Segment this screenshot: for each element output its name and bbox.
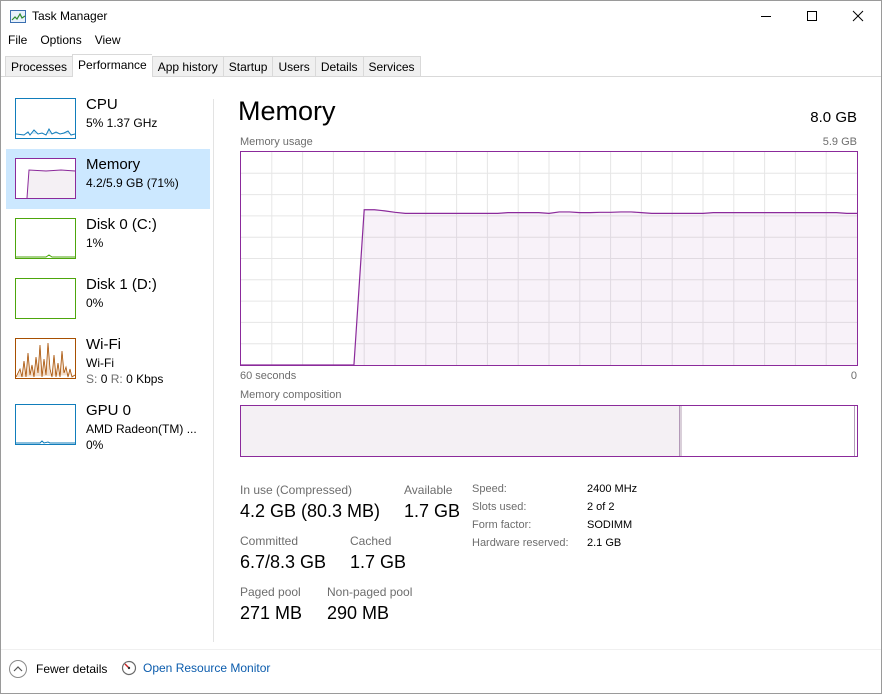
memory-thumbnail [15,158,76,199]
title-bar[interactable]: Task Manager [1,1,881,31]
sidebar-wifi-throughput: S: 0 R: 0 Kbps [86,372,163,386]
gpu-thumbnail [15,404,76,445]
sidebar-item-disk-1[interactable]: Disk 1 (D:) 0% [6,269,210,329]
wifi-recv-label: R: [110,372,123,386]
cpu-thumbnail [15,98,76,139]
hardware-reserved-value: 2.1 GB [587,537,622,549]
page-title: Memory [238,96,336,126]
sidebar-cpu-sub: 5% 1.37 GHz [86,116,158,130]
committed-value: 6.7/8.3 GB [240,552,327,572]
sidebar-memory-title: Memory [86,156,141,173]
wifi-recv-value: 0 Kbps [126,372,164,386]
menu-file[interactable]: File [1,31,33,51]
sidebar-item-gpu[interactable]: GPU 0 AMD Radeon(TM) ... 0% [6,395,210,455]
performance-sidebar: CPU 5% 1.37 GHz Memory 4.2/5.9 GB (71%) … [1,89,213,644]
resource-monitor-icon [121,660,137,676]
minimize-icon [761,16,771,17]
sidebar-gpu-sub2: 0% [86,438,104,452]
form-factor-label: Form factor: [472,519,532,531]
sidebar-disk-1-sub: 0% [86,296,104,310]
wifi-send-label: S: [86,372,98,386]
tab-details[interactable]: Details [314,56,363,77]
sidebar-disk-0-title: Disk 0 (C:) [86,216,157,233]
sidebar-disk-0-sub: 1% [86,236,104,250]
sidebar-item-wifi[interactable]: Wi-Fi Wi-Fi S: 0 R: 0 Kbps [6,329,210,389]
maximize-button[interactable] [789,1,835,31]
fewer-details-label: Fewer details [36,662,108,676]
maximize-icon [807,11,817,21]
close-button[interactable] [835,1,881,31]
tab-strip: Processes Performance App history Startu… [5,54,421,77]
in-use-label: In use (Compressed) [240,483,353,497]
graph-time-left: 60 seconds [240,370,297,382]
menu-view[interactable]: View [88,31,127,51]
sidebar-memory-sub: 4.2/5.9 GB (71%) [86,176,179,190]
sidebar-gpu-title: GPU 0 [86,402,132,419]
sidebar-wifi-title: Wi-Fi [86,336,121,353]
sidebar-item-disk-0[interactable]: Disk 0 (C:) 1% [6,209,210,269]
wifi-thumbnail [15,338,76,379]
sidebar-wifi-sub: Wi-Fi [86,356,114,370]
sidebar-divider [213,99,214,642]
graph-time-right: 0 [850,370,857,382]
available-label: Available [404,483,453,497]
menu-options[interactable]: Options [33,31,87,51]
footer-divider [1,649,881,650]
speed-value: 2400 MHz [587,483,638,495]
fewer-details-button[interactable]: Fewer details [9,660,107,678]
non-paged-pool-label: Non-paged pool [327,585,413,599]
memory-usage-label: Memory usage [240,136,313,148]
cached-label: Cached [350,534,392,548]
open-resource-monitor-label: Open Resource Monitor [143,661,271,675]
memory-composition-bar [240,405,858,457]
memory-usage-graph [240,151,858,366]
open-resource-monitor-link[interactable]: Open Resource Monitor [121,660,270,676]
sidebar-item-cpu[interactable]: CPU 5% 1.37 GHz [6,89,210,149]
task-manager-icon [10,10,26,23]
task-manager-window: Task Manager File Options View Processes… [0,0,882,694]
form-factor-value: SODIMM [587,519,633,531]
sidebar-cpu-title: CPU [86,96,118,113]
tab-app-history[interactable]: App history [151,56,223,77]
paged-pool-label: Paged pool [240,585,301,599]
committed-label: Committed [240,534,299,548]
memory-usage-chart [241,152,857,365]
disk-1-thumbnail [15,278,76,319]
paged-pool-value: 271 MB [240,603,303,623]
tab-users[interactable]: Users [272,56,315,77]
tab-startup[interactable]: Startup [222,56,273,77]
wifi-send-value: 0 [100,372,108,386]
tab-performance[interactable]: Performance [72,54,152,77]
menu-bar: File Options View [1,31,127,51]
memory-composition-label: Memory composition [240,389,342,401]
slots-value: 2 of 2 [587,501,615,513]
minimize-button[interactable] [743,1,789,31]
non-paged-pool-value: 290 MB [327,603,390,623]
hardware-reserved-label: Hardware reserved: [472,537,569,549]
chevron-up-icon [9,660,27,678]
tab-processes[interactable]: Processes [5,56,73,77]
sidebar-gpu-sub: AMD Radeon(TM) ... [86,422,197,436]
in-use-value: 4.2 GB (80.3 MB) [240,501,381,521]
composition-standby [682,406,855,456]
close-icon [852,10,864,22]
window-title: Task Manager [32,9,108,23]
composition-in-use [241,406,680,456]
cached-value: 1.7 GB [350,552,407,572]
available-value: 1.7 GB [404,501,461,521]
slots-label: Slots used: [472,501,527,513]
sidebar-item-memory[interactable]: Memory 4.2/5.9 GB (71%) [6,149,210,209]
disk-0-thumbnail [15,218,76,259]
memory-usage-max: 5.9 GB [822,136,857,148]
memory-total: 8.0 GB [810,109,857,126]
tab-services[interactable]: Services [362,56,421,77]
speed-label: Speed: [472,483,507,495]
sidebar-disk-1-title: Disk 1 (D:) [86,276,157,293]
